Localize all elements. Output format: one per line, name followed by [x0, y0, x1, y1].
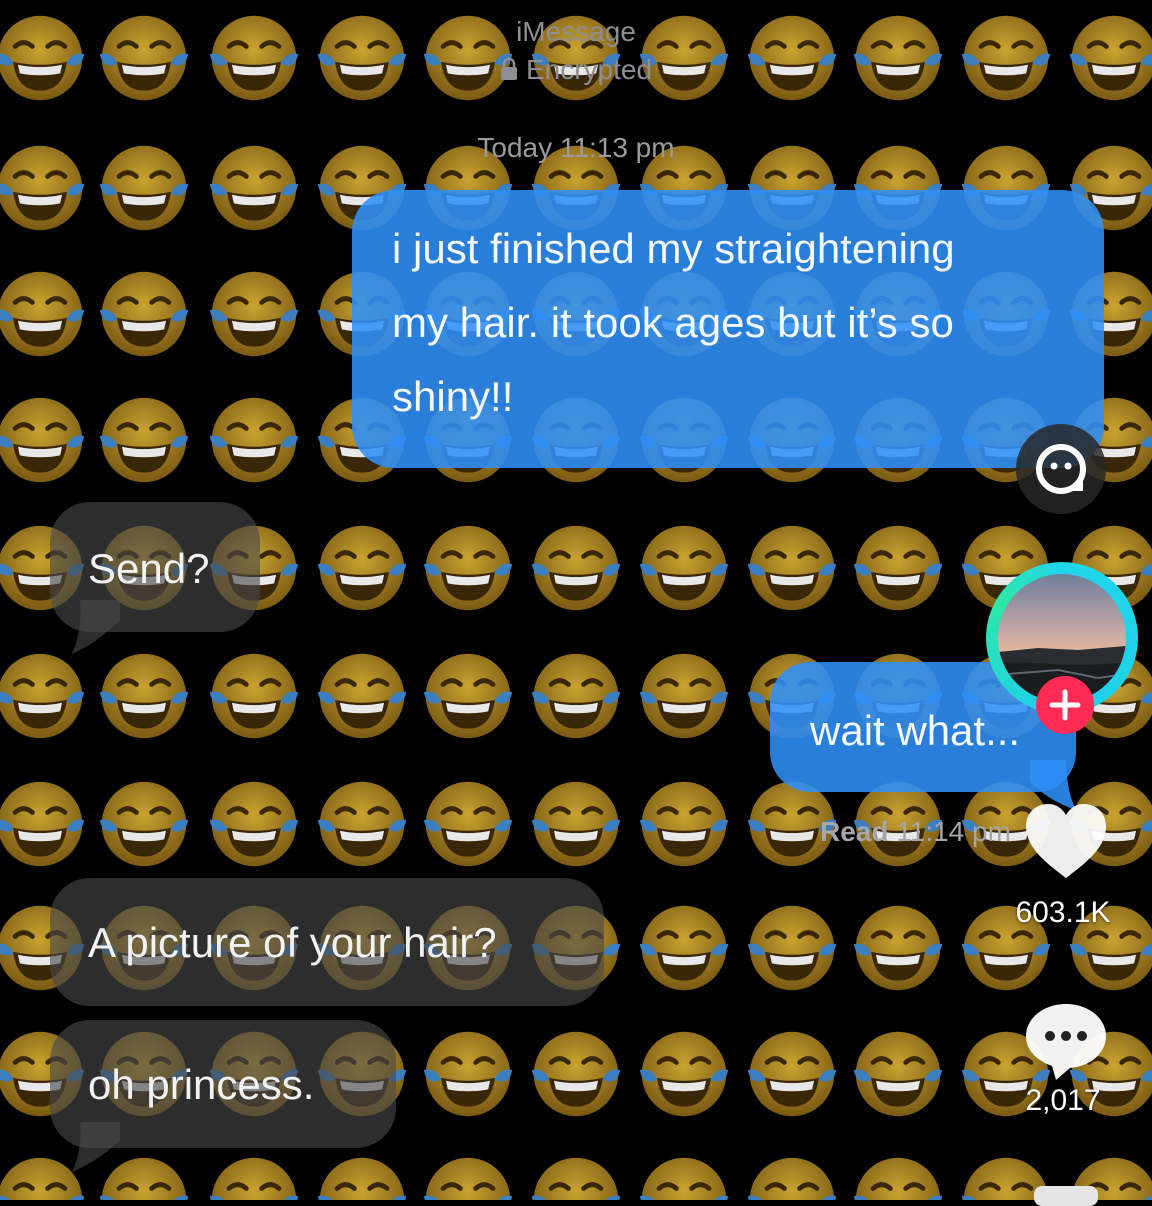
comment-icon[interactable]: [1022, 1000, 1110, 1080]
tears-of-joy-icon: [636, 520, 732, 616]
tears-of-joy-icon: [528, 1152, 624, 1200]
message-line: my hair. it took ages but it’s so: [392, 299, 954, 346]
sent-message-bubble[interactable]: i just finished my straightening my hair…: [352, 190, 1104, 468]
tears-of-joy-icon: [314, 776, 410, 872]
tears-of-joy-icon: [96, 776, 192, 872]
message-line: A picture of your hair?: [88, 919, 497, 966]
read-time: 11:14 pm: [896, 816, 1011, 847]
quick-actions-icon[interactable]: [1016, 424, 1106, 514]
tears-of-joy-icon: [206, 648, 302, 744]
tears-of-joy-icon: [744, 1152, 840, 1200]
message-line: oh princess.: [88, 1061, 315, 1108]
tears-of-joy-icon: [314, 648, 410, 744]
tears-of-joy-icon: [636, 1152, 732, 1200]
share-icon[interactable]: [1034, 1186, 1098, 1206]
tears-of-joy-icon: [636, 1026, 732, 1122]
tears-of-joy-icon: [96, 392, 192, 488]
tears-of-joy-icon: [420, 1026, 516, 1122]
tears-of-joy-icon: [528, 520, 624, 616]
tears-of-joy-icon: [420, 520, 516, 616]
bubble-tail: [72, 600, 120, 654]
tears-of-joy-icon: [0, 648, 88, 744]
encryption-label: Encrypted: [0, 54, 1152, 88]
tears-of-joy-icon: [744, 520, 840, 616]
tears-of-joy-icon: [206, 392, 302, 488]
message-line: i just finished my straightening: [392, 225, 955, 272]
encryption-text: Encrypted: [525, 54, 653, 85]
tears-of-joy-icon: [206, 1152, 302, 1200]
tears-of-joy-icon: [528, 648, 624, 744]
message-timestamp: Today 11:13 pm: [477, 132, 675, 163]
tears-of-joy-icon: [0, 776, 88, 872]
like-count: 603.1K: [1015, 896, 1111, 929]
message-line: shiny!!: [392, 373, 514, 420]
tears-of-joy-icon: [528, 776, 624, 872]
tears-of-joy-icon: [636, 900, 732, 996]
tears-of-joy-icon: [636, 648, 732, 744]
follow-plus-icon[interactable]: [1036, 676, 1094, 734]
tears-of-joy-icon: [850, 1026, 946, 1122]
tears-of-joy-icon: [744, 1026, 840, 1122]
tears-of-joy-icon: [314, 520, 410, 616]
tears-of-joy-icon: [850, 520, 946, 616]
tears-of-joy-icon: [206, 266, 302, 362]
read-receipt: Read 11:14 pm: [820, 816, 1011, 848]
tears-of-joy-icon: [0, 392, 88, 488]
tears-of-joy-icon: [96, 648, 192, 744]
tears-of-joy-icon: [636, 776, 732, 872]
tears-of-joy-icon: [744, 900, 840, 996]
comment-count: 2,017: [1025, 1084, 1101, 1117]
bubble-tail: [72, 1122, 120, 1172]
service-label: iMessage: [516, 16, 636, 47]
tears-of-joy-icon: [850, 900, 946, 996]
tears-of-joy-icon: [314, 1152, 410, 1200]
tears-of-joy-icon: [850, 1152, 946, 1200]
tears-of-joy-icon: [96, 266, 192, 362]
tears-of-joy-icon: [0, 266, 88, 362]
tears-of-joy-icon: [206, 776, 302, 872]
lock-icon: [500, 56, 518, 88]
received-message-bubble[interactable]: A picture of your hair?: [50, 878, 604, 1006]
message-line: Send?: [88, 545, 210, 592]
heart-icon[interactable]: [1022, 802, 1110, 882]
tears-of-joy-icon: [420, 1152, 516, 1200]
tears-of-joy-icon: [420, 776, 516, 872]
read-label: Read: [820, 816, 889, 847]
tears-of-joy-icon: [420, 648, 516, 744]
tears-of-joy-icon: [528, 1026, 624, 1122]
